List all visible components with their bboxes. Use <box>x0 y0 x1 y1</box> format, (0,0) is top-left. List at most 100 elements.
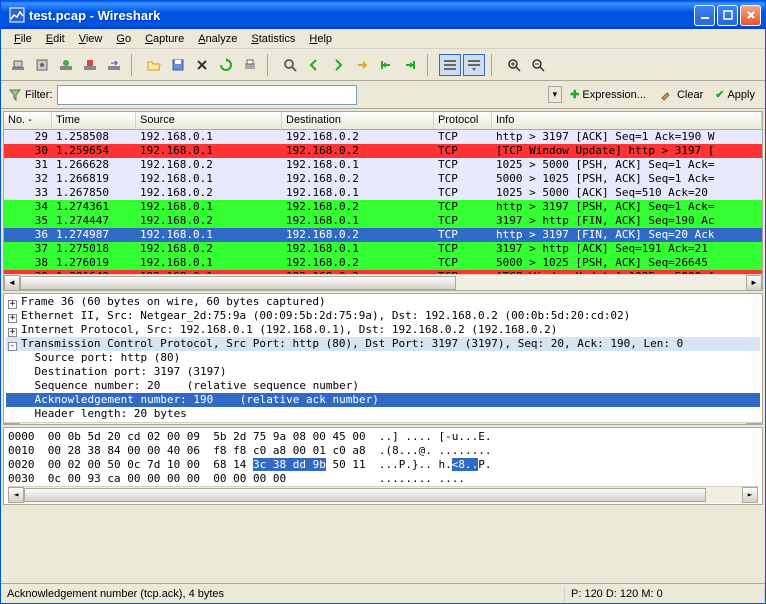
open-button[interactable] <box>143 54 165 76</box>
detail-line[interactable]: Acknowledgement number: 190 (relative ac… <box>6 393 760 407</box>
horizontal-scrollbar[interactable]: ◄ ► <box>8 486 758 502</box>
go-first-button[interactable] <box>375 54 397 76</box>
options-button[interactable] <box>31 54 53 76</box>
detail-line[interactable]: +Frame 36 (60 bytes on wire, 60 bytes ca… <box>6 295 760 309</box>
detail-line[interactable]: Destination port: 3197 (3197) <box>6 365 760 379</box>
reload-button[interactable] <box>215 54 237 76</box>
packet-row[interactable]: 361.274987192.168.0.1192.168.0.2TCPhttp … <box>4 228 762 242</box>
interfaces-button[interactable] <box>7 54 29 76</box>
bytes-line[interactable]: 0030 0c 00 93 ca 00 00 00 00 00 00 00 00… <box>8 472 758 486</box>
scroll-thumb[interactable] <box>20 276 456 290</box>
packet-row[interactable]: 321.266819192.168.0.1192.168.0.2TCP5000 … <box>4 172 762 186</box>
packet-row[interactable]: 311.266628192.168.0.2192.168.0.1TCP1025 … <box>4 158 762 172</box>
packet-row[interactable]: 331.267850192.168.0.2192.168.0.1TCP1025 … <box>4 186 762 200</box>
menu-analyze[interactable]: Analyze <box>191 31 244 47</box>
column-destination[interactable]: Destination <box>282 112 434 129</box>
colorize-button[interactable] <box>439 54 461 76</box>
expander-icon[interactable]: + <box>8 300 17 309</box>
status-left: Acknowledgement number (tcp.ack), 4 byte… <box>1 586 565 602</box>
go-to-button[interactable] <box>351 54 373 76</box>
close-file-button[interactable] <box>191 54 213 76</box>
minimize-button[interactable] <box>694 5 715 26</box>
expander-icon[interactable]: + <box>8 314 17 323</box>
close-button[interactable] <box>740 5 761 26</box>
scroll-right-button[interactable]: ► <box>746 423 762 426</box>
packet-list-body[interactable]: 291.258508192.168.0.1192.168.0.2TCPhttp … <box>4 130 762 274</box>
toolbar-separator <box>427 54 433 76</box>
expander-icon[interactable]: + <box>8 328 17 337</box>
scroll-left-button[interactable]: ◄ <box>8 487 24 503</box>
maximize-button[interactable] <box>717 5 738 26</box>
menu-statistics[interactable]: Statistics <box>244 31 302 47</box>
packet-row[interactable]: 291.258508192.168.0.1192.168.0.2TCPhttp … <box>4 130 762 144</box>
column-info[interactable]: Info <box>492 112 762 129</box>
clear-button[interactable]: Clear <box>654 85 707 105</box>
start-capture-button[interactable] <box>55 54 77 76</box>
filter-label[interactable]: Filter: <box>7 87 53 103</box>
titlebar[interactable]: test.pcap - Wireshark <box>1 1 765 29</box>
statusbar: Acknowledgement number (tcp.ack), 4 byte… <box>1 583 765 603</box>
print-button[interactable] <box>239 54 261 76</box>
filterbar: Filter: ▾ ✚Expression... Clear ✔Apply <box>1 81 765 109</box>
detail-line[interactable]: Sequence number: 20 (relative sequence n… <box>6 379 760 393</box>
packet-row[interactable]: 371.275018192.168.0.2192.168.0.1TCP3197 … <box>4 242 762 256</box>
zoom-in-button[interactable] <box>503 54 525 76</box>
packet-details-pane: +Frame 36 (60 bytes on wire, 60 bytes ca… <box>3 293 763 425</box>
column-no[interactable]: No. - <box>4 112 52 129</box>
scroll-left-button[interactable]: ◄ <box>4 275 20 291</box>
column-time[interactable]: Time <box>52 112 136 129</box>
go-last-button[interactable] <box>399 54 421 76</box>
column-source[interactable]: Source <box>136 112 282 129</box>
menubar: File Edit View Go Capture Analyze Statis… <box>1 29 765 49</box>
packet-bytes-pane: 0000 00 0b 5d 20 cd 02 00 09 5b 2d 75 9a… <box>3 427 763 505</box>
restart-capture-button[interactable] <box>103 54 125 76</box>
autoscroll-button[interactable] <box>463 54 485 76</box>
bytes-line[interactable]: 0020 00 02 00 50 0c 7d 10 00 68 14 3c 38… <box>8 458 758 472</box>
go-forward-button[interactable] <box>327 54 349 76</box>
expression-button[interactable]: ✚Expression... <box>566 86 650 103</box>
packet-bytes-body[interactable]: 0000 00 0b 5d 20 cd 02 00 09 5b 2d 75 9a… <box>8 430 758 486</box>
go-back-button[interactable] <box>303 54 325 76</box>
menu-go[interactable]: Go <box>109 31 138 47</box>
save-button[interactable] <box>167 54 189 76</box>
packet-list-header: No. - Time Source Destination Protocol I… <box>4 112 762 130</box>
scroll-thumb[interactable] <box>24 488 706 502</box>
scroll-left-button[interactable]: ◄ <box>4 423 20 426</box>
detail-line[interactable]: -Transmission Control Protocol, Src Port… <box>6 337 760 351</box>
window-title: test.pcap - Wireshark <box>29 8 694 23</box>
column-protocol[interactable]: Protocol <box>434 112 492 129</box>
bytes-line[interactable]: 0000 00 0b 5d 20 cd 02 00 09 5b 2d 75 9a… <box>8 430 758 444</box>
zoom-out-button[interactable] <box>527 54 549 76</box>
detail-line[interactable]: Header length: 20 bytes <box>6 407 760 421</box>
packet-row[interactable]: 341.274361192.168.0.1192.168.0.2TCPhttp … <box>4 200 762 214</box>
detail-line[interactable]: Source port: http (80) <box>6 351 760 365</box>
find-button[interactable] <box>279 54 301 76</box>
menu-view[interactable]: View <box>72 31 110 47</box>
apply-label: Apply <box>727 89 755 101</box>
horizontal-scrollbar[interactable]: ◄ ► <box>4 422 762 425</box>
filter-input[interactable] <box>57 85 357 105</box>
apply-button[interactable]: ✔Apply <box>711 86 759 103</box>
clear-label: Clear <box>677 89 703 101</box>
menu-help[interactable]: Help <box>302 31 339 47</box>
filter-dropdown-icon[interactable]: ▾ <box>548 86 563 103</box>
menu-file[interactable]: File <box>7 31 39 47</box>
packet-list-pane: No. - Time Source Destination Protocol I… <box>3 111 763 291</box>
expander-icon[interactable]: - <box>8 342 17 351</box>
packet-row[interactable]: 301.259654192.168.0.1192.168.0.2TCP[TCP … <box>4 144 762 158</box>
scroll-right-button[interactable]: ► <box>746 275 762 291</box>
scroll-right-button[interactable]: ► <box>742 487 758 503</box>
detail-line[interactable]: +Ethernet II, Src: Netgear_2d:75:9a (00:… <box>6 309 760 323</box>
packet-details-body[interactable]: +Frame 36 (60 bytes on wire, 60 bytes ca… <box>4 294 762 422</box>
packet-row[interactable]: 381.276019192.168.0.1192.168.0.2TCP5000 … <box>4 256 762 270</box>
filter-text: Filter: <box>25 89 53 101</box>
detail-line[interactable]: +Internet Protocol, Src: 192.168.0.1 (19… <box>6 323 760 337</box>
packet-row[interactable]: 351.274447192.168.0.2192.168.0.1TCP3197 … <box>4 214 762 228</box>
toolbar-separator <box>267 54 273 76</box>
scroll-thumb[interactable] <box>20 424 637 426</box>
menu-capture[interactable]: Capture <box>138 31 191 47</box>
bytes-line[interactable]: 0010 00 28 38 84 00 00 40 06 f8 f8 c0 a8… <box>8 444 758 458</box>
menu-edit[interactable]: Edit <box>39 31 72 47</box>
horizontal-scrollbar[interactable]: ◄ ► <box>4 274 762 290</box>
stop-capture-button[interactable] <box>79 54 101 76</box>
